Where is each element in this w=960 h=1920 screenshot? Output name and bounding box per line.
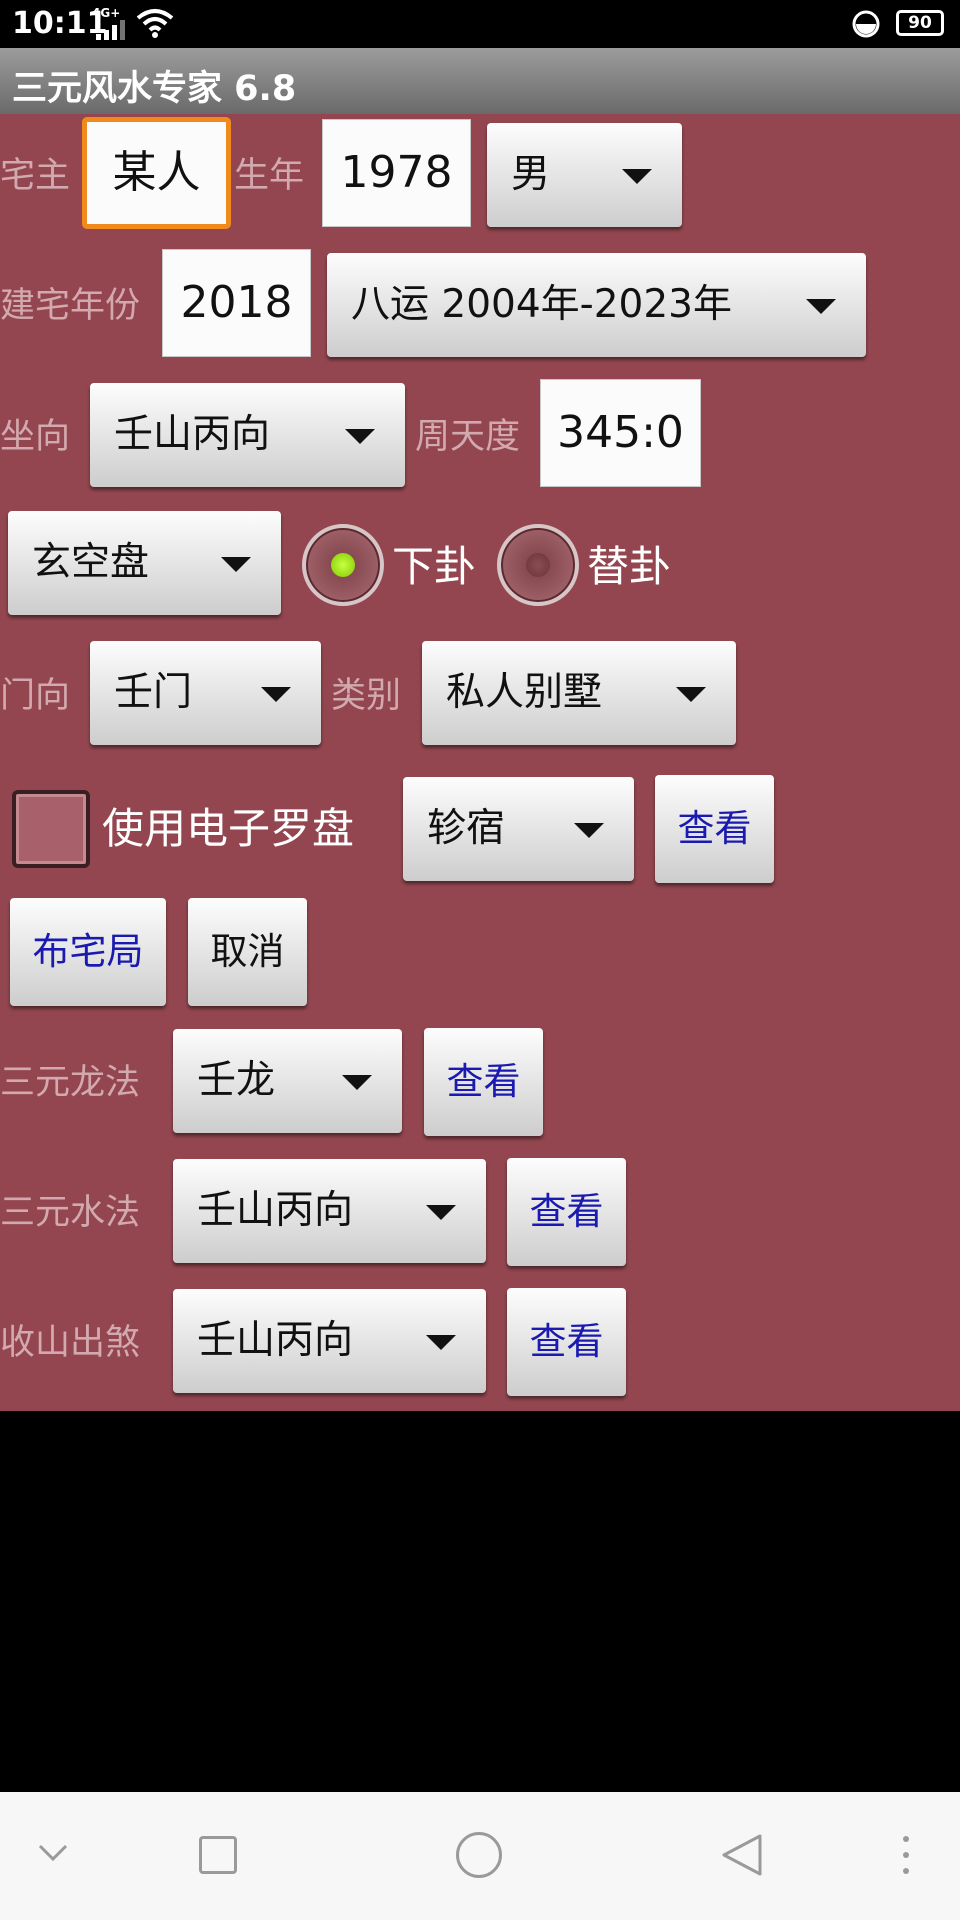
gender-select[interactable]: 男 xyxy=(487,123,682,227)
build-year-label: 建宅年份 xyxy=(0,286,141,326)
mountain-view-button[interactable]: 查看 xyxy=(507,1288,626,1396)
door-select[interactable]: 壬门 xyxy=(90,641,321,745)
water-view-button[interactable]: 查看 xyxy=(507,1158,626,1266)
mountain-label: 收山出煞 xyxy=(0,1323,141,1363)
compass-checkbox[interactable] xyxy=(12,790,90,868)
birth-year-label: 生年 xyxy=(234,156,305,196)
category-label: 类别 xyxy=(331,676,402,716)
radio-xiagua-label[interactable]: 下卦 xyxy=(392,542,476,592)
network-type: 4G+ xyxy=(92,6,121,20)
radio-xiagua[interactable] xyxy=(302,524,384,606)
cancel-button[interactable]: 取消 xyxy=(188,898,307,1006)
radio-unselected-dot xyxy=(526,553,550,577)
mansion-value: 轸宿 xyxy=(427,806,506,851)
chart-type-value: 玄空盘 xyxy=(32,540,150,585)
period-value: 八运 2004年-2023年 xyxy=(351,282,732,327)
water-value: 壬山丙向 xyxy=(197,1188,354,1233)
dropdown-arrow-icon xyxy=(221,557,251,572)
dropdown-arrow-icon xyxy=(426,1205,456,1220)
more-icon[interactable] xyxy=(900,1834,912,1876)
facing-label: 坐向 xyxy=(0,417,71,457)
dropdown-arrow-icon xyxy=(806,299,836,314)
mountain-select[interactable]: 壬山丙向 xyxy=(173,1289,486,1393)
build-year-input[interactable]: 2018 xyxy=(162,249,311,357)
home-icon[interactable] xyxy=(456,1832,502,1878)
recents-icon[interactable] xyxy=(199,1836,237,1874)
facing-select[interactable]: 壬山丙向 xyxy=(90,383,405,487)
category-select[interactable]: 私人别墅 xyxy=(422,641,736,745)
owner-label: 宅主 xyxy=(0,156,71,196)
door-value: 壬门 xyxy=(114,670,193,715)
chart-type-select[interactable]: 玄空盘 xyxy=(8,511,281,615)
dropdown-arrow-icon xyxy=(622,169,652,184)
title-bar: 三元风水专家 6.8 xyxy=(0,48,960,114)
water-label: 三元水法 xyxy=(0,1193,141,1233)
app-title: 三元风水专家 6.8 xyxy=(12,69,297,109)
compass-label[interactable]: 使用电子罗盘 xyxy=(102,804,354,854)
dropdown-arrow-icon xyxy=(342,1075,372,1090)
degree-input[interactable]: 345:0 xyxy=(540,379,701,487)
category-value: 私人别墅 xyxy=(446,670,603,715)
door-label: 门向 xyxy=(0,676,71,716)
radio-tigua-label[interactable]: 替卦 xyxy=(587,542,671,592)
dragon-view-button[interactable]: 查看 xyxy=(424,1028,543,1136)
dnd-icon xyxy=(852,10,880,38)
navigation-bar xyxy=(0,1792,960,1920)
back-icon[interactable] xyxy=(720,1832,764,1878)
owner-input[interactable]: 某人 xyxy=(82,117,231,229)
status-bar: 10:11 4G+ 90 xyxy=(0,0,960,48)
dragon-value: 壬龙 xyxy=(197,1058,276,1103)
wifi-icon xyxy=(136,9,174,38)
signal-icon xyxy=(94,20,130,40)
dropdown-arrow-icon xyxy=(261,687,291,702)
dropdown-arrow-icon xyxy=(345,429,375,444)
mountain-value: 壬山丙向 xyxy=(197,1318,354,1363)
battery-icon: 90 xyxy=(896,10,944,36)
gender-value: 男 xyxy=(511,152,551,197)
mansion-select[interactable]: 轸宿 xyxy=(403,777,634,881)
dropdown-arrow-icon xyxy=(426,1335,456,1350)
water-select[interactable]: 壬山丙向 xyxy=(173,1159,486,1263)
chevron-down-icon[interactable] xyxy=(36,1836,70,1870)
birth-year-input[interactable]: 1978 xyxy=(322,119,471,227)
dropdown-arrow-icon xyxy=(574,823,604,838)
mansion-view-button[interactable]: 查看 xyxy=(655,775,774,883)
radio-selected-dot xyxy=(331,553,355,577)
dragon-select[interactable]: 壬龙 xyxy=(173,1029,402,1133)
radio-tigua[interactable] xyxy=(497,524,579,606)
facing-value: 壬山丙向 xyxy=(114,412,271,457)
dragon-label: 三元龙法 xyxy=(0,1063,141,1103)
dropdown-arrow-icon xyxy=(676,687,706,702)
period-select[interactable]: 八运 2004年-2023年 xyxy=(327,253,866,357)
layout-button[interactable]: 布宅局 xyxy=(10,898,166,1006)
degree-label: 周天度 xyxy=(415,417,521,457)
